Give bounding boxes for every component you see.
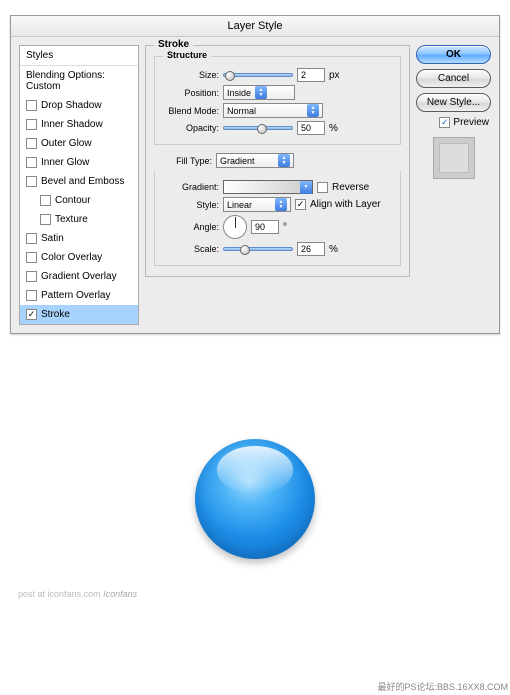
style-checkbox[interactable] bbox=[26, 138, 37, 149]
style-checkbox[interactable] bbox=[26, 119, 37, 130]
style-label: Contour bbox=[55, 195, 91, 206]
style-label: Outer Glow bbox=[41, 138, 92, 149]
preview-label: Preview bbox=[453, 117, 489, 128]
style-value: Linear bbox=[227, 200, 271, 210]
result-preview bbox=[0, 409, 510, 589]
scale-label: Scale: bbox=[161, 244, 219, 254]
style-checkbox[interactable] bbox=[26, 176, 37, 187]
sidebar-item-inner-glow[interactable]: Inner Glow bbox=[20, 153, 138, 172]
opacity-slider[interactable] bbox=[223, 126, 293, 130]
layer-style-dialog: Layer Style Styles Blending Options: Cus… bbox=[10, 15, 500, 334]
scale-unit: % bbox=[329, 244, 338, 255]
sidebar-item-pattern-overlay[interactable]: Pattern Overlay bbox=[20, 286, 138, 305]
stroke-panel: Stroke Structure Size: px Position: bbox=[145, 45, 410, 325]
style-checkbox[interactable] bbox=[40, 214, 51, 225]
angle-dial[interactable] bbox=[223, 215, 247, 239]
sidebar-item-inner-shadow[interactable]: Inner Shadow bbox=[20, 115, 138, 134]
select-arrows-icon: ▲▼ bbox=[255, 86, 267, 99]
select-arrows-icon: ▲▼ bbox=[307, 104, 319, 117]
gradient-style-select[interactable]: Linear ▲▼ bbox=[223, 197, 291, 212]
style-label: Gradient Overlay bbox=[41, 271, 117, 282]
style-label: Satin bbox=[41, 233, 64, 244]
style-label: Bevel and Emboss bbox=[41, 176, 124, 187]
blending-label: Blending Options: Custom bbox=[26, 70, 132, 92]
position-value: Inside bbox=[227, 88, 251, 98]
fill-type-value: Gradient bbox=[220, 156, 274, 166]
style-checkbox[interactable] bbox=[40, 195, 51, 206]
sidebar-item-stroke[interactable]: ✓ Stroke bbox=[20, 305, 138, 324]
sidebar-item-outer-glow[interactable]: Outer Glow bbox=[20, 134, 138, 153]
style-checkbox[interactable]: ✓ bbox=[26, 309, 37, 320]
blend-mode-label: Blend Mode: bbox=[161, 106, 219, 116]
opacity-unit: % bbox=[329, 123, 338, 134]
style-checkbox[interactable] bbox=[26, 100, 37, 111]
gradient-swatch[interactable]: ▼ bbox=[223, 180, 313, 194]
select-arrows-icon: ▲▼ bbox=[278, 154, 290, 167]
align-label: Align with Layer bbox=[310, 199, 381, 210]
dialog-buttons: OK Cancel New Style... ✓ Preview bbox=[416, 45, 491, 325]
footer: post at iconfans.com Iconfans bbox=[0, 589, 510, 605]
dialog-title: Layer Style bbox=[11, 16, 499, 37]
size-unit: px bbox=[329, 70, 340, 81]
style-label: Color Overlay bbox=[41, 252, 102, 263]
style-label: Stroke bbox=[41, 309, 70, 320]
reverse-checkbox[interactable] bbox=[317, 182, 328, 193]
style-checkbox[interactable] bbox=[26, 290, 37, 301]
blend-mode-value: Normal bbox=[227, 106, 303, 116]
new-style-button[interactable]: New Style... bbox=[416, 93, 491, 112]
size-slider[interactable] bbox=[223, 73, 293, 77]
align-checkbox[interactable]: ✓ bbox=[295, 199, 306, 210]
fill-type-select[interactable]: Gradient ▲▼ bbox=[216, 153, 294, 168]
select-arrows-icon: ▲▼ bbox=[275, 198, 287, 211]
sidebar-item-satin[interactable]: Satin bbox=[20, 229, 138, 248]
sidebar-blending-options[interactable]: Blending Options: Custom bbox=[20, 66, 138, 96]
style-checkbox[interactable] bbox=[26, 157, 37, 168]
gradient-label: Gradient: bbox=[161, 182, 219, 192]
scale-slider[interactable] bbox=[223, 247, 293, 251]
rendered-orb bbox=[195, 439, 315, 559]
reverse-label: Reverse bbox=[332, 182, 369, 193]
style-checkbox[interactable] bbox=[26, 271, 37, 282]
sidebar-item-contour[interactable]: Contour bbox=[20, 191, 138, 210]
cancel-button[interactable]: Cancel bbox=[416, 69, 491, 88]
sidebar-item-bevel-and-emboss[interactable]: Bevel and Emboss bbox=[20, 172, 138, 191]
style-label: Inner Glow bbox=[41, 157, 89, 168]
angle-unit: ° bbox=[283, 222, 287, 233]
scale-input[interactable] bbox=[297, 242, 325, 256]
opacity-input[interactable] bbox=[297, 121, 325, 135]
style-checkbox[interactable] bbox=[26, 252, 37, 263]
footer-text: post at bbox=[18, 589, 45, 599]
style-label: Style: bbox=[161, 200, 219, 210]
sidebar-item-gradient-overlay[interactable]: Gradient Overlay bbox=[20, 267, 138, 286]
style-label: Inner Shadow bbox=[41, 119, 103, 130]
sidebar-item-color-overlay[interactable]: Color Overlay bbox=[20, 248, 138, 267]
size-label: Size: bbox=[161, 70, 219, 80]
blend-mode-select[interactable]: Normal ▲▼ bbox=[223, 103, 323, 118]
position-select[interactable]: Inside ▲▼ bbox=[223, 85, 295, 100]
styles-sidebar: Styles Blending Options: Custom Drop Sha… bbox=[19, 45, 139, 325]
style-label: Drop Shadow bbox=[41, 100, 102, 111]
preview-thumbnail bbox=[433, 137, 475, 179]
fill-type-label: Fill Type: bbox=[154, 156, 212, 166]
preview-checkbox[interactable]: ✓ bbox=[439, 117, 450, 128]
angle-input[interactable] bbox=[251, 220, 279, 234]
opacity-label: Opacity: bbox=[161, 123, 219, 133]
footer-link: iconfans.com bbox=[48, 589, 101, 599]
sidebar-item-texture[interactable]: Texture bbox=[20, 210, 138, 229]
style-checkbox[interactable] bbox=[26, 233, 37, 244]
ok-button[interactable]: OK bbox=[416, 45, 491, 64]
structure-title: Structure bbox=[163, 50, 211, 60]
position-label: Position: bbox=[161, 88, 219, 98]
style-label: Texture bbox=[55, 214, 88, 225]
sidebar-item-drop-shadow[interactable]: Drop Shadow bbox=[20, 96, 138, 115]
panel-title: Stroke bbox=[154, 39, 193, 50]
size-input[interactable] bbox=[297, 68, 325, 82]
footer-brand: Iconfans bbox=[103, 589, 137, 599]
watermark: 最好的PS论坛:BBS.16XX8.COM bbox=[377, 680, 508, 693]
dropdown-icon: ▼ bbox=[300, 181, 312, 194]
style-label: Pattern Overlay bbox=[41, 290, 110, 301]
sidebar-header[interactable]: Styles bbox=[20, 46, 138, 66]
angle-label: Angle: bbox=[161, 222, 219, 232]
